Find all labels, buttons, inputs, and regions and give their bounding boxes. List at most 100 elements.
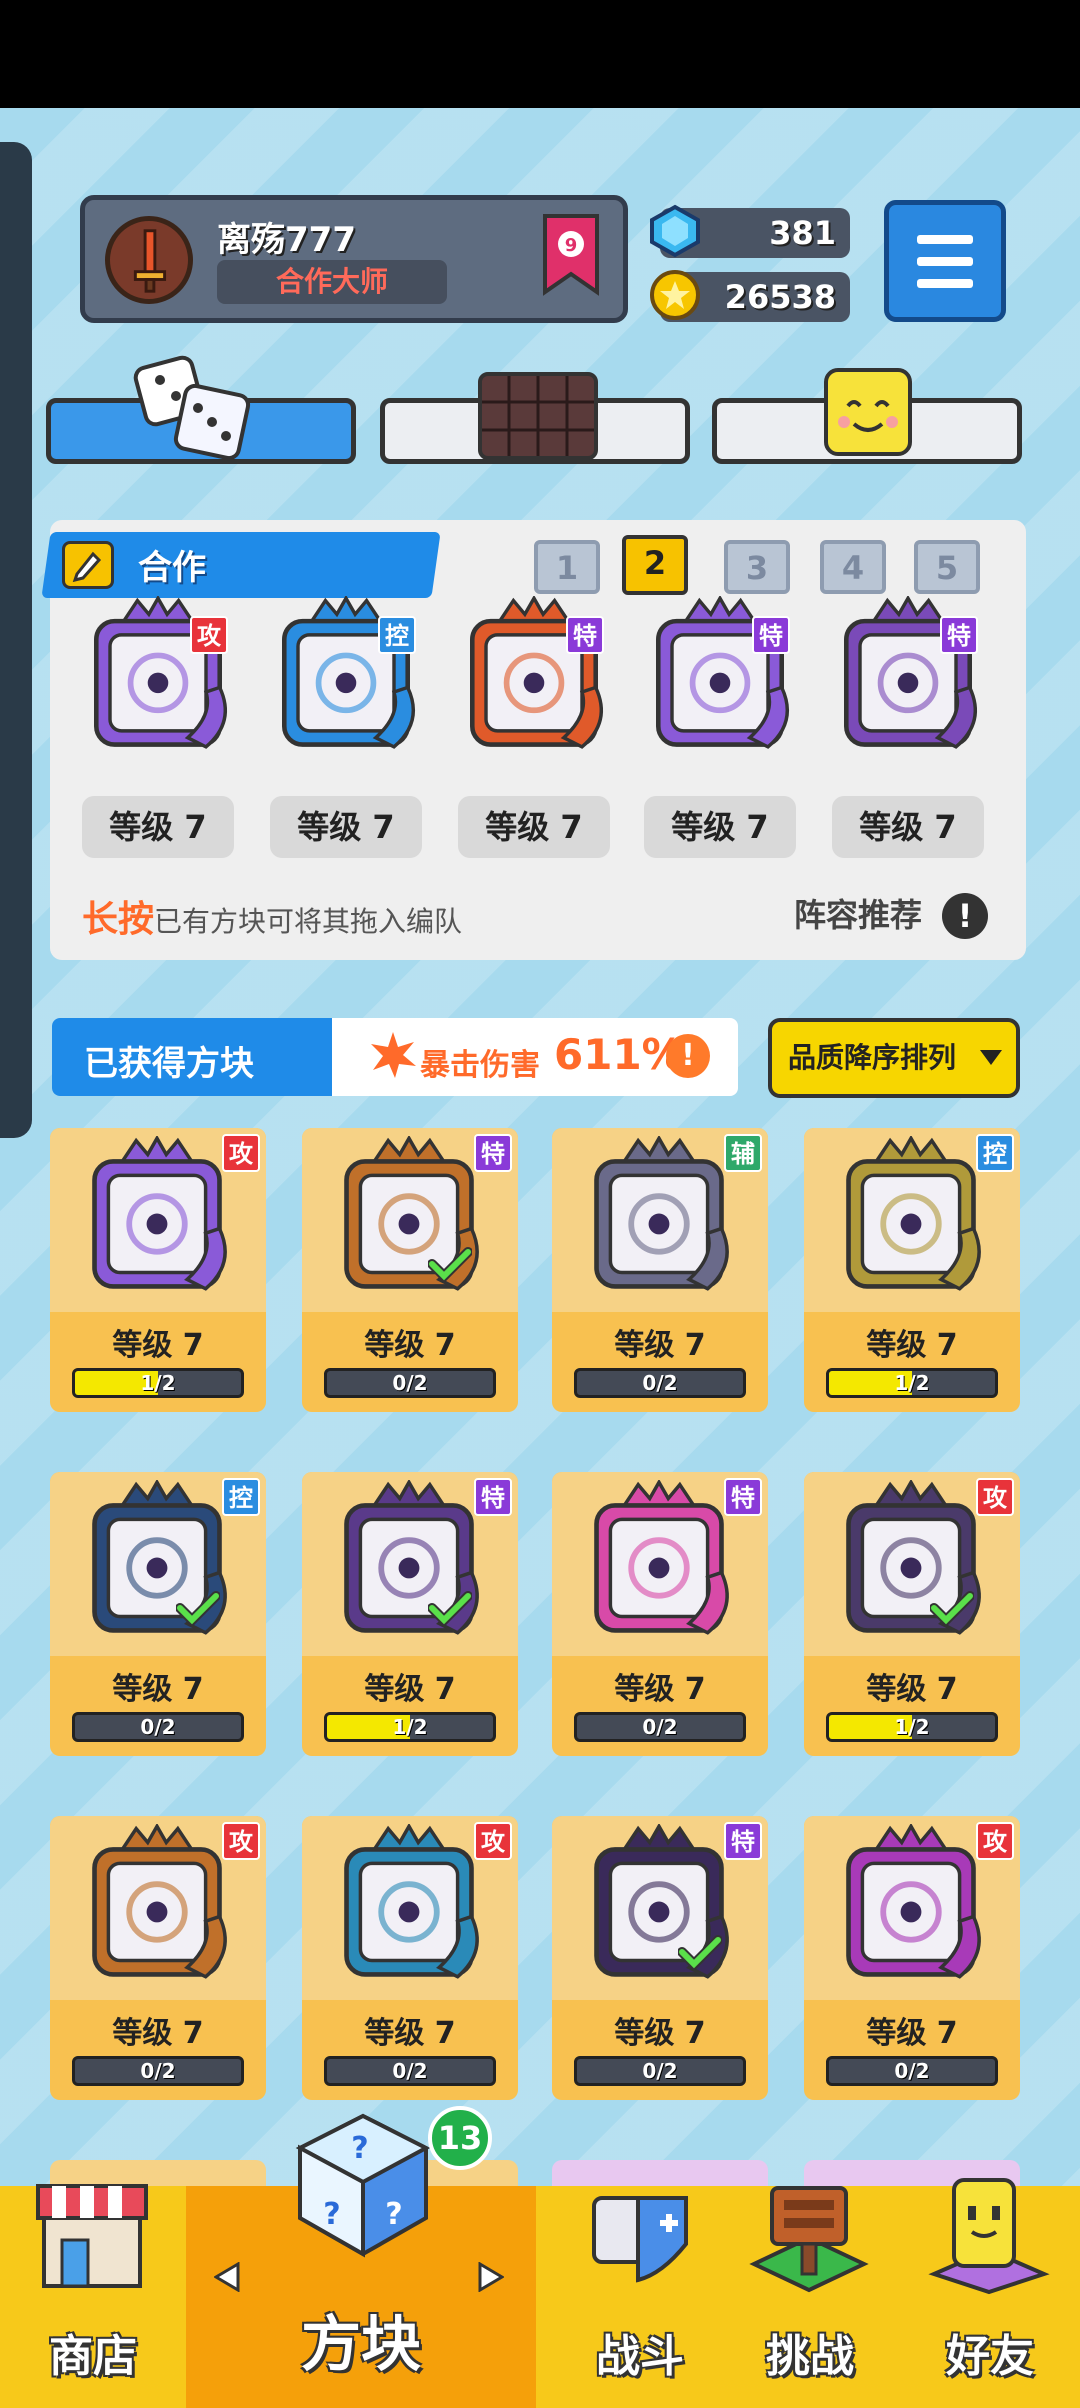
gem-count: 381	[769, 214, 836, 252]
crit-info-icon[interactable]: !	[666, 1034, 710, 1078]
sort-dropdown[interactable]: 品质降序排列	[768, 1018, 1020, 1098]
nav-challenge[interactable]: 挑战	[730, 2186, 890, 2408]
card-level-label: 等级 7	[364, 1328, 456, 1363]
card-progress-text: 0/2	[392, 2059, 428, 2083]
slot-type-tag: 特	[752, 616, 790, 654]
coop-label: 合作	[138, 548, 206, 588]
gem-icon	[650, 204, 700, 258]
mystery-dice-icon: ? ? ?	[295, 2113, 431, 2258]
edit-icon[interactable]	[62, 541, 114, 589]
slot-level-label: 等级 7	[832, 796, 984, 858]
card-level-label: 等级 7	[614, 1672, 706, 1707]
menu-icon-bar	[917, 257, 973, 266]
card-type-tag: 特	[724, 1822, 762, 1860]
battle-shield-icon	[592, 2196, 688, 2283]
nav-shop-label: 商店	[49, 2331, 137, 2382]
card-progress-text: 0/2	[642, 2059, 678, 2083]
dice-card[interactable]: 攻等级 7 0/2	[50, 1816, 266, 2100]
slot-type-tag: 特	[566, 616, 604, 654]
slot-level-label: 等级 7	[82, 796, 234, 858]
card-progress-text: 0/2	[642, 1371, 678, 1395]
dice-card[interactable]: 特等级 7 0/2	[302, 1128, 518, 1412]
profile-card[interactable]: 离殇777 合作大师 9	[80, 195, 628, 323]
nav-challenge-label: 挑战	[766, 2331, 854, 2382]
nav-friends[interactable]: 好友	[910, 2178, 1070, 2408]
card-type-tag: 控	[222, 1478, 260, 1516]
preset-tab-4[interactable]: 4	[820, 540, 886, 594]
card-progress-text: 1/2	[894, 1371, 930, 1395]
dice-card[interactable]: 特等级 7 0/2	[552, 1472, 768, 1756]
preset-tab-2[interactable]: 2	[622, 535, 688, 595]
crit-damage-value: 611%	[554, 1030, 684, 1079]
card-dice-icon	[344, 1824, 479, 1979]
shop-icon	[36, 2184, 148, 2288]
nav-dice-label: 方块	[301, 2310, 421, 2380]
slot-type-tag: 特	[940, 616, 978, 654]
dice-card[interactable]: 控等级 7 1/2	[804, 1128, 1020, 1412]
svg-text:?: ?	[323, 2197, 340, 2232]
info-icon[interactable]: !	[942, 893, 988, 939]
nav-friends-label: 好友	[946, 2331, 1034, 2382]
card-progress-bar: 0/2	[324, 1368, 496, 1398]
dice-icon	[133, 355, 251, 461]
card-type-tag: 特	[474, 1134, 512, 1172]
nav-shop[interactable]: 商店	[0, 2184, 186, 2408]
card-progress-text: 0/2	[392, 1371, 428, 1395]
card-type-tag: 辅	[724, 1134, 762, 1172]
slot-type-tag: 攻	[190, 616, 228, 654]
preset-tab-3[interactable]: 3	[724, 540, 790, 594]
side-drawer-handle[interactable]	[0, 142, 32, 1138]
board-icon	[478, 372, 598, 460]
card-type-tag: 特	[724, 1478, 762, 1516]
card-dice-icon	[92, 1136, 227, 1291]
slot-type-tag: 控	[378, 616, 416, 654]
owned-title: 已获得方块	[84, 1044, 254, 1084]
check-icon	[428, 1591, 472, 1626]
lineup-recommend-button[interactable]: 阵容推荐	[794, 890, 922, 936]
menu-button[interactable]	[884, 200, 1006, 322]
card-progress-text: 1/2	[894, 1715, 930, 1739]
dice-card[interactable]: 辅等级 7 0/2	[552, 1128, 768, 1412]
gem-counter[interactable]: 381	[650, 204, 850, 258]
dice-card[interactable]: 攻等级 7 0/2	[804, 1816, 1020, 2100]
slot-level-label: 等级 7	[644, 796, 796, 858]
check-icon	[678, 1935, 722, 1970]
card-type-tag: 攻	[222, 1134, 260, 1172]
coin-icon	[650, 270, 700, 320]
nav-dice[interactable]: ? ? ? 方块	[186, 2113, 536, 2408]
card-dice-icon	[92, 1824, 227, 1979]
card-progress-bar: 0/2	[324, 2056, 496, 2086]
smile-icon	[824, 368, 912, 456]
card-progress-text: 0/2	[140, 2059, 176, 2083]
card-progress-text: 1/2	[140, 1371, 176, 1395]
card-progress-text: 0/2	[140, 1715, 176, 1739]
preset-tab-5[interactable]: 5	[914, 540, 980, 594]
card-level-label: 等级 7	[866, 2016, 958, 2051]
card-type-tag: 攻	[222, 1822, 260, 1860]
coin-counter[interactable]: 26538	[650, 270, 850, 322]
nav-battle[interactable]: 战斗	[560, 2186, 720, 2408]
card-progress-bar: 1/2	[826, 1368, 998, 1398]
arrow-left-icon[interactable]	[214, 2262, 240, 2292]
dice-card[interactable]: 攻等级 7 0/2	[302, 1816, 518, 2100]
card-type-tag: 控	[976, 1134, 1014, 1172]
dice-card[interactable]: 特等级 7 0/2	[552, 1816, 768, 2100]
arrow-right-icon[interactable]	[478, 2262, 504, 2292]
card-progress-bar: 0/2	[574, 2056, 746, 2086]
card-dice-icon	[594, 1480, 729, 1635]
dice-card[interactable]: 特等级 7 1/2	[302, 1472, 518, 1756]
dice-card[interactable]: 攻等级 7 1/2	[804, 1472, 1020, 1756]
player-name: 离殇777	[217, 220, 356, 260]
card-level-label: 等级 7	[614, 2016, 706, 2051]
card-level-label: 等级 7	[866, 1672, 958, 1707]
dice-card[interactable]: 控等级 7 0/2	[50, 1472, 266, 1756]
sort-label: 品质降序排列	[788, 1041, 957, 1074]
card-level-label: 等级 7	[364, 1672, 456, 1707]
card-level-label: 等级 7	[364, 2016, 456, 2051]
card-level-label: 等级 7	[866, 1328, 958, 1363]
card-type-tag: 攻	[976, 1478, 1014, 1516]
dice-card[interactable]: 攻等级 7 1/2	[50, 1128, 266, 1412]
preset-tab-1[interactable]: 1	[534, 540, 600, 594]
slot-level-label: 等级 7	[270, 796, 422, 858]
card-dice-icon	[594, 1136, 729, 1291]
